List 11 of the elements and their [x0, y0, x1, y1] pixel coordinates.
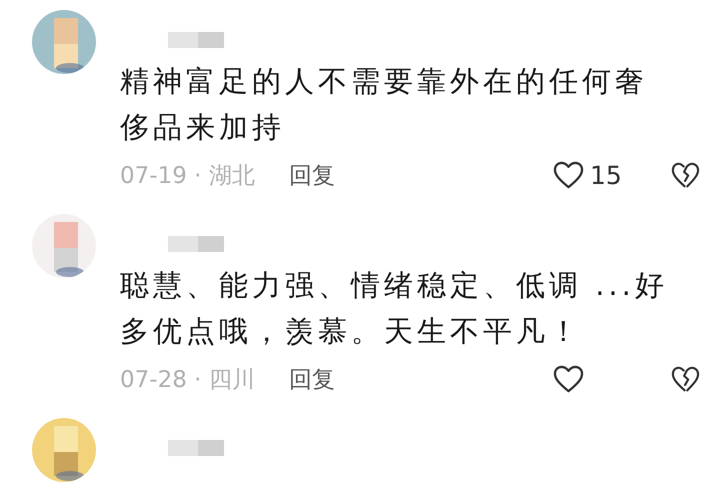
comment-date: 07-28 · 四川	[120, 366, 255, 394]
comment-text: 精神富足的人不需要靠外在的任何奢侈品来加持	[120, 63, 649, 146]
reply-link[interactable]: 回复	[288, 160, 335, 190]
reply-link[interactable]: 回复	[288, 364, 335, 394]
like-count: 15	[590, 160, 622, 190]
comment-text: 聪慧、能力强、情绪稳定、低调 ...好多优点哦，羡慕。天生不平凡！	[120, 267, 669, 350]
broken-heart-icon[interactable]	[671, 366, 700, 392]
heart-icon[interactable]	[553, 364, 584, 394]
heart-icon[interactable]	[553, 160, 584, 190]
comment-date: 07-19 · 湖北	[120, 162, 255, 190]
broken-heart-icon[interactable]	[671, 162, 700, 188]
